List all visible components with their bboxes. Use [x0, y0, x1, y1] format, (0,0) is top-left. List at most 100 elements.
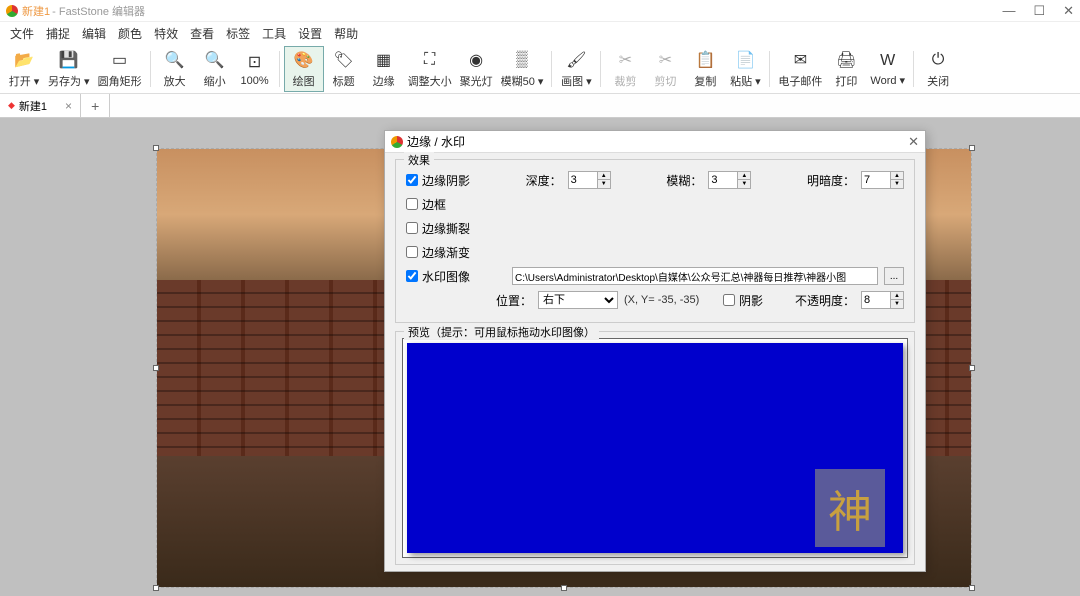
粘贴-icon: 📄: [734, 49, 756, 71]
checkbox-border[interactable]: 边框: [406, 196, 446, 213]
调整大小-icon: ⛶: [419, 49, 441, 71]
toolbar-另存为[interactable]: 💾另存为 ▾: [44, 46, 94, 92]
边缘-icon: ▦: [373, 49, 395, 71]
effects-fieldset: 效果 边缘阴影 深度： ▲▼ 模糊： ▲▼ 明暗度： ▲▼ 边框 边缘撕裂 边缘…: [395, 159, 915, 323]
watermark-path-input[interactable]: C:\Users\Administrator\Desktop\自媒体\公众号汇总…: [512, 267, 878, 285]
模糊50-icon: ▒: [511, 49, 533, 71]
checkbox-shadow2[interactable]: 阴影: [723, 292, 763, 309]
toolbar-label: 打印: [835, 73, 857, 89]
blur-label: 模糊：: [666, 172, 702, 189]
checkbox-edge-shadow[interactable]: 边缘阴影: [406, 172, 470, 189]
聚光灯-icon: ◉: [465, 49, 487, 71]
checkbox-edge-fade[interactable]: 边缘渐变: [406, 244, 470, 261]
browse-button[interactable]: ...: [884, 267, 904, 285]
dialog-titlebar[interactable]: 边缘 / 水印 ✕: [385, 131, 925, 153]
opacity-label: 不透明度：: [795, 292, 855, 309]
menu-特效[interactable]: 特效: [148, 23, 184, 44]
toolbar-label: 打开 ▾: [9, 73, 40, 89]
toolbar-边缘[interactable]: ▦边缘: [364, 46, 404, 92]
toolbar-label: 粘贴 ▾: [730, 73, 761, 89]
tab-new[interactable]: +: [81, 94, 110, 117]
toolbar-画图[interactable]: 🖌 画图 ▾: [556, 46, 596, 92]
depth-spinner[interactable]: ▲▼: [568, 171, 611, 189]
maximize-button[interactable]: ☐: [1033, 3, 1045, 19]
打印-icon: 🖨: [835, 49, 857, 71]
toolbar-separator: [150, 51, 151, 87]
menu-文件[interactable]: 文件: [4, 23, 40, 44]
menu-查看[interactable]: 查看: [184, 23, 220, 44]
toolbar-缩小[interactable]: 🔍缩小: [195, 46, 235, 92]
dialog-title: 边缘 / 水印: [407, 133, 465, 150]
checkbox-watermark[interactable]: 水印图像: [406, 268, 470, 285]
resize-handle[interactable]: [969, 365, 975, 371]
toolbar-聚光灯[interactable]: ◉聚光灯: [456, 46, 497, 92]
opacity-spinner[interactable]: ▲▼: [861, 291, 904, 309]
menu-标签[interactable]: 标签: [220, 23, 256, 44]
toolbar-100%[interactable]: ⊡100%: [235, 46, 275, 92]
toolbar-放大[interactable]: 🔍放大: [155, 46, 195, 92]
resize-handle[interactable]: [153, 585, 159, 591]
blur-spinner[interactable]: ▲▼: [708, 171, 751, 189]
toolbar-label: 复制: [694, 73, 716, 89]
dialog-close-icon[interactable]: ✕: [908, 134, 919, 150]
resize-handle[interactable]: [153, 145, 159, 151]
depth-label: 深度：: [526, 172, 562, 189]
preview-fieldset: 预览（提示：可用鼠标拖动水印图像） 神: [395, 331, 915, 565]
画图-icon: 🖌: [565, 49, 587, 71]
tab-label: 新建1: [19, 98, 47, 114]
preview-legend: 预览（提示：可用鼠标拖动水印图像）: [404, 324, 599, 340]
toolbar-label: 放大: [164, 73, 186, 89]
toolbar-圆角矩形[interactable]: ▭圆角矩形: [94, 46, 146, 92]
toolbar-粘贴[interactable]: 📄 粘贴 ▾: [725, 46, 765, 92]
dialog-icon: [391, 136, 403, 148]
toolbar-调整大小[interactable]: ⛶调整大小: [404, 46, 456, 92]
toolbar-关闭[interactable]: ⏻关闭: [918, 46, 958, 92]
缩小-icon: 🔍: [204, 49, 226, 71]
toolbar-separator: [551, 51, 552, 87]
tab-document[interactable]: ◆ 新建1 ×: [0, 94, 81, 117]
toolbar-电子邮件[interactable]: ✉电子邮件: [774, 46, 826, 92]
menu-编辑[interactable]: 编辑: [76, 23, 112, 44]
doc-name: 新建1: [22, 3, 50, 19]
menu-设置[interactable]: 设置: [292, 23, 328, 44]
tab-close-icon[interactable]: ×: [65, 99, 72, 113]
brightness-spinner[interactable]: ▲▼: [861, 171, 904, 189]
toolbar-label: Word ▾: [870, 74, 905, 87]
watermark-preview[interactable]: 神: [815, 469, 885, 547]
toolbar-标题[interactable]: 🏷标题: [324, 46, 364, 92]
tab-row: ◆ 新建1 × +: [0, 94, 1080, 118]
menu-帮助[interactable]: 帮助: [328, 23, 364, 44]
toolbar-复制[interactable]: 📋 复制: [685, 46, 725, 92]
resize-handle[interactable]: [969, 585, 975, 591]
preview-canvas[interactable]: 神: [402, 338, 908, 558]
toolbar-label: 画图 ▾: [561, 73, 592, 89]
toolbar-打印[interactable]: 🖨 打印: [826, 46, 866, 92]
resize-handle[interactable]: [969, 145, 975, 151]
resize-handle[interactable]: [561, 585, 567, 591]
toolbar-裁剪: ✂裁剪: [605, 46, 645, 92]
minimize-button[interactable]: —: [1002, 3, 1015, 19]
100%-icon: ⊡: [244, 51, 266, 73]
绘图-icon: 🎨: [293, 49, 315, 71]
toolbar-打开[interactable]: 📂打开 ▾: [4, 46, 44, 92]
toolbar-Word[interactable]: W Word ▾: [866, 46, 909, 92]
close-button[interactable]: ✕: [1063, 3, 1074, 19]
menu-颜色[interactable]: 颜色: [112, 23, 148, 44]
Word-icon: W: [877, 50, 899, 72]
toolbar-label: 剪切: [654, 73, 676, 89]
裁剪-icon: ✂: [614, 49, 636, 71]
关闭-icon: ⏻: [927, 49, 949, 71]
另存为-icon: 💾: [58, 49, 80, 71]
menubar: 文件捕捉编辑颜色特效查看标签工具设置帮助: [0, 22, 1080, 44]
toolbar-绘图[interactable]: 🎨绘图: [284, 46, 324, 92]
menu-工具[interactable]: 工具: [256, 23, 292, 44]
resize-handle[interactable]: [153, 365, 159, 371]
标题-icon: 🏷: [333, 49, 355, 71]
position-select[interactable]: 右下: [538, 291, 618, 309]
checkbox-edge-tear[interactable]: 边缘撕裂: [406, 220, 470, 237]
复制-icon: 📋: [694, 49, 716, 71]
电子邮件-icon: ✉: [789, 49, 811, 71]
toolbar-label: 模糊50 ▾: [501, 73, 544, 89]
toolbar-模糊50[interactable]: ▒ 模糊50 ▾: [497, 46, 548, 92]
menu-捕捉[interactable]: 捕捉: [40, 23, 76, 44]
